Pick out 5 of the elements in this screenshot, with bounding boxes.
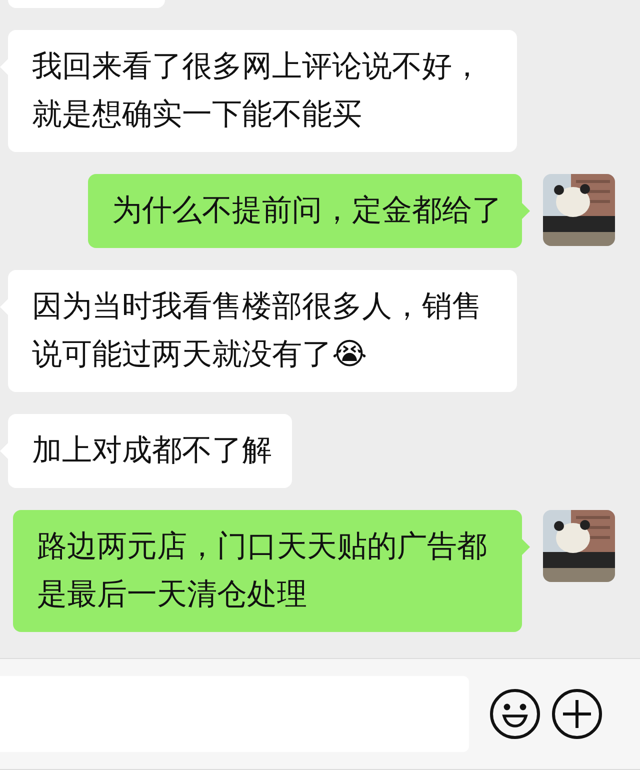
message-bubble: 因为当时我看售楼部很多人，销售说可能过两天就没有了😭 xyxy=(8,270,517,392)
message-bubble: 为什么不提前问，定金都给了 xyxy=(88,174,522,248)
message-bubble: 加上对成都不了解 xyxy=(8,414,292,488)
message-bubble: 我回来看了很多网上评论说不好，就是想确实一下能不能买 xyxy=(8,30,517,152)
message-bubble: 路边两元店，门口天天贴的广告都是最后一天清仓处理 xyxy=(13,510,522,632)
